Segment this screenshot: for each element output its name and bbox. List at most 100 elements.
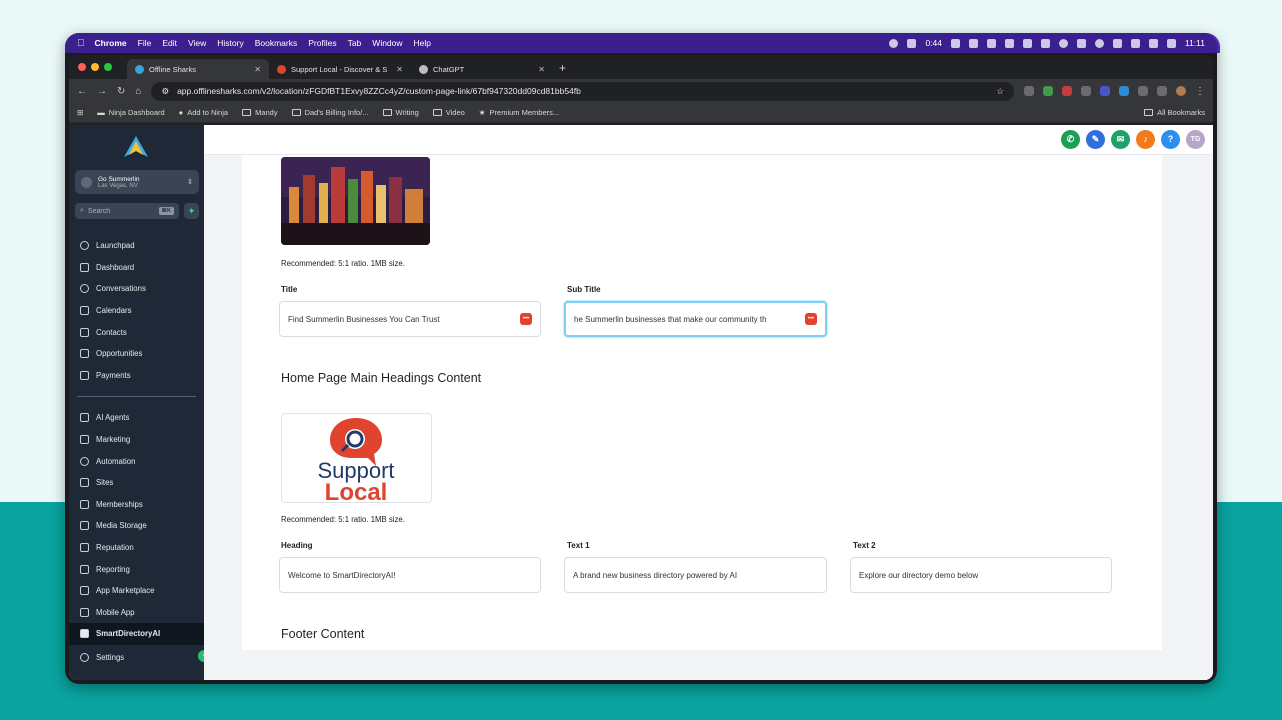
extension-icon[interactable] (1081, 86, 1091, 96)
timer-readout[interactable]: 0:44 (925, 38, 942, 48)
app-logo-icon[interactable] (123, 135, 149, 159)
menu-help[interactable]: Help (414, 38, 431, 48)
menu-history[interactable]: History (217, 38, 243, 48)
bookmark-add-to-ninja[interactable]: ● Add to Ninja (179, 108, 228, 117)
minimize-window-icon[interactable] (91, 63, 99, 71)
bookmark-dads-billing[interactable]: Dad's Billing Info/... (291, 108, 369, 117)
chrome-menu-icon[interactable]: ⋮ (1195, 86, 1205, 97)
control-center-icon[interactable] (1166, 38, 1176, 48)
close-tab-icon[interactable]: ✕ (396, 65, 403, 74)
profile-avatar[interactable] (1176, 86, 1186, 96)
wifi-icon[interactable] (1130, 38, 1140, 48)
display-icon[interactable] (1040, 38, 1050, 48)
bookmark-premium-members[interactable]: ★ Premium Members... (479, 108, 559, 117)
sidebar-item-automation[interactable]: Automation (69, 450, 204, 472)
forward-icon[interactable]: → (97, 86, 107, 97)
side-panel-icon[interactable] (1157, 86, 1167, 96)
close-tab-icon[interactable]: ✕ (254, 65, 261, 74)
sidebar-item-app-marketplace[interactable]: App Marketplace (69, 580, 204, 602)
new-tab-icon[interactable]: + (559, 61, 566, 75)
address-bar[interactable]: ⚙ app.offlinesharks.com/v2/location/zFGD… (151, 81, 1014, 101)
close-tab-icon[interactable]: ✕ (538, 65, 545, 74)
bookmark-writing[interactable]: Writing (382, 108, 419, 117)
menu-tab[interactable]: Tab (348, 38, 362, 48)
extensions-puzzle-icon[interactable] (1138, 86, 1148, 96)
heading-field[interactable]: Welcome to SmartDirectoryAI! (279, 557, 541, 593)
status-icon[interactable] (1022, 38, 1032, 48)
sidebar-item-sites[interactable]: Sites (69, 472, 204, 494)
tab-offline-sharks[interactable]: Offline Sharks ✕ (127, 59, 269, 79)
menu-bookmarks[interactable]: Bookmarks (255, 38, 298, 48)
extension-icon[interactable] (1119, 86, 1129, 96)
menu-profiles[interactable]: Profiles (308, 38, 336, 48)
avatar[interactable]: TG (1186, 130, 1205, 149)
back-icon[interactable]: ← (77, 86, 87, 97)
text2-field[interactable]: Explore our directory demo below (850, 557, 1112, 593)
bookmark-star-icon[interactable]: ☆ (996, 86, 1004, 97)
status-icon[interactable] (907, 38, 917, 48)
site-info-icon[interactable]: ⚙ (161, 86, 169, 97)
sidebar-item-payments[interactable]: Payments (69, 365, 204, 387)
tab-chatgpt[interactable]: ChatGPT ✕ (411, 59, 553, 79)
menu-app[interactable]: Chrome (95, 38, 127, 48)
help-icon[interactable]: ? (1161, 130, 1180, 149)
status-icon[interactable] (968, 38, 978, 48)
support-local-logo[interactable]: Support Local (281, 413, 432, 506)
apps-grid-icon[interactable]: ⊞ (77, 108, 83, 117)
menu-window[interactable]: Window (372, 38, 402, 48)
status-icon[interactable] (986, 38, 996, 48)
ai-sparkle-button[interactable]: ✦ (184, 203, 199, 219)
text1-field[interactable]: A brand new business directory powered b… (564, 557, 827, 593)
zoom-window-icon[interactable] (104, 63, 112, 71)
sidebar-item-smartdirectoryai[interactable]: SmartDirectoryAI (69, 623, 204, 645)
sidebar-item-memberships[interactable]: Memberships (69, 494, 204, 516)
bookmark-mandy[interactable]: Mandy (242, 108, 278, 117)
horizontal-scroll-area[interactable] (204, 650, 1213, 680)
title-field[interactable]: Find Summerlin Businesses You Can Trust … (279, 301, 541, 337)
status-icon[interactable] (889, 38, 899, 48)
location-switcher[interactable]: Go Summerlin Las Vegas, NV ⇕ (75, 170, 199, 194)
hero-image[interactable] (281, 157, 430, 245)
sidebar-item-media-storage[interactable]: Media Storage (69, 515, 204, 537)
menu-file[interactable]: File (138, 38, 152, 48)
extension-icon[interactable] (1100, 86, 1110, 96)
status-icon[interactable] (1112, 38, 1122, 48)
status-icon[interactable] (1058, 38, 1068, 48)
home-icon[interactable]: ⌂ (135, 86, 141, 97)
sidebar-item-reputation[interactable]: Reputation (69, 537, 204, 559)
close-window-icon[interactable] (78, 63, 86, 71)
clock[interactable]: 11:11 (1185, 38, 1205, 48)
sidebar-item-calendars[interactable]: Calendars (69, 300, 204, 322)
subtitle-field[interactable]: he Summerlin businesses that make our co… (564, 301, 827, 337)
sidebar-item-dashboard[interactable]: Dashboard (69, 257, 204, 279)
status-icon[interactable] (1076, 38, 1086, 48)
sidebar-item-settings[interactable]: Settings (69, 646, 204, 668)
status-icon[interactable] (950, 38, 960, 48)
sidebar-item-contacts[interactable]: Contacts (69, 321, 204, 343)
reload-icon[interactable]: ↻ (117, 86, 125, 97)
all-bookmarks[interactable]: All Bookmarks (1144, 108, 1205, 117)
menu-edit[interactable]: Edit (162, 38, 177, 48)
sidebar-item-opportunities[interactable]: Opportunities (69, 343, 204, 365)
sidebar-item-ai-agents[interactable]: AI Agents (69, 407, 204, 429)
sidebar-item-conversations[interactable]: Conversations (69, 278, 204, 300)
extension-icon[interactable] (1062, 86, 1072, 96)
megaphone-icon[interactable]: ✉ (1111, 130, 1130, 149)
extension-icon[interactable] (1024, 86, 1034, 96)
apple-icon[interactable]:  (77, 38, 85, 49)
extension-icon[interactable] (1043, 86, 1053, 96)
sidebar-item-launchpad[interactable]: Launchpad (69, 235, 204, 257)
battery-icon[interactable] (1148, 38, 1158, 48)
sidebar-item-marketing[interactable]: Marketing (69, 429, 204, 451)
sidebar-item-mobile-app[interactable]: Mobile App (69, 602, 204, 624)
search-input[interactable]: ⌕ Search ⌘K (75, 203, 179, 219)
field-options-icon[interactable]: ••• (805, 313, 817, 325)
menu-view[interactable]: View (188, 38, 206, 48)
tab-support-local[interactable]: Support Local - Discover & S ✕ (269, 59, 411, 79)
url-text[interactable]: app.offlinesharks.com/v2/location/zFGDfB… (177, 86, 988, 96)
sidebar-item-reporting[interactable]: Reporting (69, 558, 204, 580)
phone-icon[interactable]: ✆ (1061, 130, 1080, 149)
dropbox-icon[interactable] (1004, 38, 1014, 48)
bell-icon[interactable]: ♪ (1136, 130, 1155, 149)
bookmark-ninja-dashboard[interactable]: ▬ Ninja Dashboard (97, 108, 164, 117)
